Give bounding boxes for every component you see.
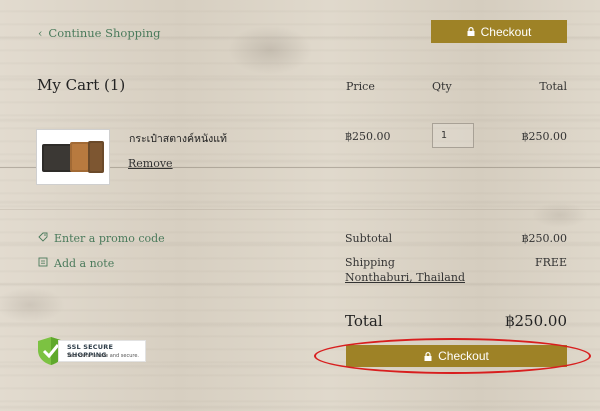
ssl-secure-badge: SSL SECURE SHOPPING Your data is safe an… — [36, 336, 146, 366]
lock-icon — [424, 351, 432, 361]
total-value: ฿250.00 — [504, 312, 567, 330]
total-label: Total — [345, 312, 383, 330]
shipping-location-link[interactable]: Nonthaburi, Thailand — [345, 271, 465, 284]
lock-icon — [467, 27, 475, 36]
column-header-total: Total — [539, 80, 567, 93]
add-note-label: Add a note — [54, 257, 115, 270]
shipping-label: Shipping — [345, 256, 395, 269]
tag-icon — [38, 232, 48, 245]
ssl-badge-panel: SSL SECURE SHOPPING Your data is safe an… — [58, 340, 146, 362]
product-name[interactable]: กระเป๋าสตางค์หนังแท้ — [129, 130, 227, 147]
shipping-value: FREE — [535, 256, 567, 269]
checkout-button-top[interactable]: Checkout — [431, 20, 567, 43]
checkout-label: Checkout — [480, 24, 532, 39]
quantity-input[interactable]: 1 — [432, 123, 474, 148]
item-price: ฿250.00 — [345, 130, 391, 143]
column-header-qty: Qty — [432, 80, 452, 93]
remove-item-link[interactable]: Remove — [128, 157, 173, 170]
checkout-label: Checkout — [438, 349, 489, 363]
wallet-image — [42, 141, 104, 173]
ssl-subtitle: Your data is safe and secure. — [67, 353, 139, 359]
plank-divider — [0, 209, 600, 210]
checkout-button-bottom[interactable]: Checkout — [346, 345, 567, 367]
column-header-price: Price — [346, 80, 375, 93]
continue-shopping-label: Continue Shopping — [48, 26, 161, 40]
cart-title: My Cart (1) — [37, 76, 126, 94]
continue-shopping-link[interactable]: ‹ Continue Shopping — [38, 26, 161, 40]
product-thumbnail[interactable] — [36, 129, 110, 185]
promo-code-link[interactable]: Enter a promo code — [38, 232, 165, 245]
subtotal-label: Subtotal — [345, 232, 393, 245]
promo-code-label: Enter a promo code — [54, 232, 165, 245]
add-note-link[interactable]: Add a note — [38, 257, 114, 270]
item-line-total: ฿250.00 — [521, 130, 568, 143]
note-icon — [38, 257, 48, 270]
subtotal-value: ฿250.00 — [521, 232, 568, 245]
chevron-left-icon: ‹ — [38, 26, 43, 40]
